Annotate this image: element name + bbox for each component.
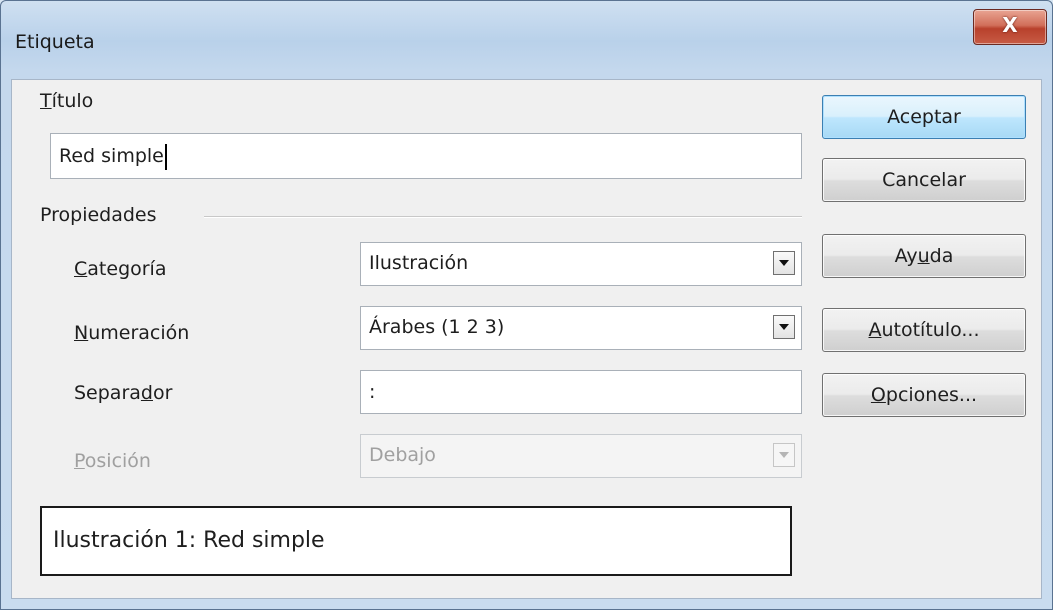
text-caret — [164, 143, 167, 170]
numeracion-value: Árabes (1 2 3) — [369, 316, 505, 338]
categoria-label: Categoría — [74, 258, 167, 280]
ayuda-button-label: Ayuda — [894, 245, 954, 267]
posicion-select: Debajo — [360, 434, 802, 478]
autotitulo-button[interactable]: Autotítulo... — [822, 308, 1026, 352]
posicion-label: Posición — [74, 450, 151, 472]
title-bar[interactable]: Etiqueta X — [1, 1, 1052, 79]
group-divider — [204, 216, 802, 218]
chevron-down-icon — [773, 443, 795, 467]
propiedades-group-label: Propiedades — [40, 204, 157, 226]
separador-value: : — [369, 381, 376, 403]
cancelar-button-label: Cancelar — [882, 169, 966, 191]
titulo-input[interactable]: Red simple — [50, 133, 802, 179]
caption-preview-text: Ilustración 1: Red simple — [53, 528, 325, 553]
numeracion-label: Numeración — [74, 322, 190, 344]
aceptar-button-label: Aceptar — [887, 106, 961, 128]
titulo-input-value: Red simple — [59, 145, 164, 167]
cancelar-button[interactable]: Cancelar — [822, 158, 1026, 202]
chevron-down-icon[interactable] — [773, 251, 795, 275]
opciones-button[interactable]: Opciones... — [822, 373, 1026, 417]
ayuda-button[interactable]: Ayuda — [822, 234, 1026, 278]
close-icon: X — [1002, 13, 1018, 37]
categoria-value: Ilustración — [369, 252, 469, 274]
dialog-body: Título Red simple Propiedades Categoría … — [11, 79, 1042, 599]
posicion-value: Debajo — [369, 444, 436, 466]
categoria-select[interactable]: Ilustración — [360, 242, 802, 286]
separador-input[interactable]: : — [360, 370, 802, 414]
numeracion-select[interactable]: Árabes (1 2 3) — [360, 306, 802, 350]
autotitulo-button-label: Autotítulo... — [868, 319, 980, 341]
dialog-window: Etiqueta X Título Red simple Propiedades… — [0, 0, 1053, 610]
opciones-button-label: Opciones... — [870, 384, 978, 406]
separador-label: Separador — [74, 382, 173, 404]
close-button[interactable]: X — [973, 9, 1047, 45]
titulo-label-rest: ítulo — [51, 90, 94, 112]
window-title: Etiqueta — [15, 31, 95, 53]
titulo-label: Título — [40, 90, 94, 112]
aceptar-button[interactable]: Aceptar — [822, 95, 1026, 139]
caption-preview: Ilustración 1: Red simple — [40, 506, 792, 576]
chevron-down-icon[interactable] — [773, 315, 795, 339]
